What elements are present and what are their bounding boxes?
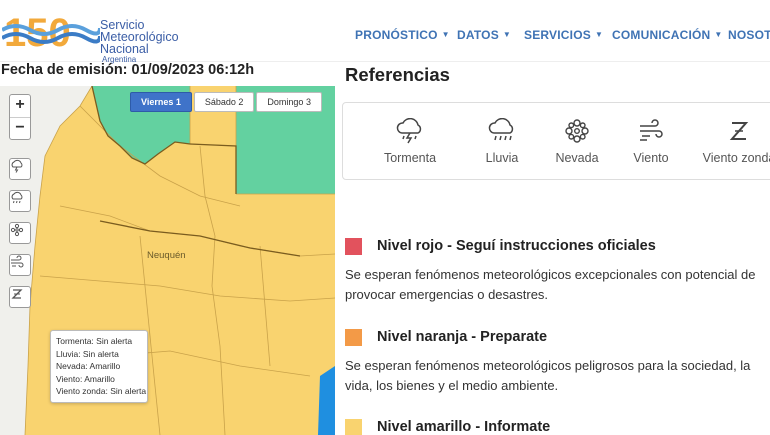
nav-datos[interactable]: DATOS ▼	[457, 28, 511, 42]
zoom-out-button[interactable]: −	[10, 117, 30, 139]
snow-icon	[565, 119, 589, 143]
logo-line: Nacional	[100, 42, 149, 56]
popup-line: Nevada: Amarillo	[56, 361, 121, 372]
zonda-icon	[11, 289, 23, 299]
popup-line: Viento: Amarillo	[56, 373, 115, 384]
city-label-neuquen: Neuquén	[147, 250, 186, 261]
day-selector: Viernes 1 Sábado 2 Domingo 3	[130, 92, 322, 112]
ref-item-viento: Viento	[623, 117, 679, 165]
ref-label: Lluvia	[485, 151, 519, 165]
nav-nosotros[interactable]: NOSOTR	[728, 28, 770, 42]
ref-label: Tormenta	[383, 151, 437, 165]
snow-icon	[10, 223, 24, 237]
storm-icon	[11, 159, 23, 173]
nivel-desc: Se esperan fenómenos meteorológicos peli…	[345, 358, 751, 393]
nav-label: DATOS	[457, 28, 499, 42]
alert-map[interactable]: + − Viernes 1 Sábado 2 Domingo 3 Neuquén…	[0, 86, 335, 435]
filter-zonda-button[interactable]	[9, 286, 31, 308]
fecha-emision: Fecha de emisión: 01/09/2023 06:12h	[1, 62, 255, 78]
chevron-down-icon: ▼	[594, 30, 604, 39]
referencias-title: Referencias	[345, 64, 450, 85]
zoom-control: + −	[9, 94, 31, 140]
nivel-color-swatch	[345, 329, 362, 346]
filter-snow-button[interactable]	[9, 222, 31, 244]
ref-label: Viento	[633, 151, 669, 165]
wind-icon	[640, 119, 663, 141]
nivel-color-swatch	[345, 238, 362, 255]
rain-icon	[11, 191, 23, 204]
nav-pronostico[interactable]: PRONÓSTICO ▼	[355, 28, 450, 42]
zoom-in-button[interactable]: +	[10, 95, 30, 117]
ref-item-tormenta: Tormenta	[381, 117, 439, 165]
main-nav: PRONÓSTICO ▼ DATOS ▼ SERVICIOS ▼ COMUNICACI…	[0, 28, 770, 44]
nivel-color-swatch	[345, 419, 362, 435]
nivel-title: Nivel rojo - Seguí instrucciones oficial…	[377, 238, 656, 254]
nav-servicios[interactable]: SERVICIOS ▼	[524, 28, 603, 42]
nav-label: PRONÓSTICO	[355, 28, 438, 42]
chevron-down-icon: ▼	[441, 30, 450, 39]
popup-line: Lluvia: Sin alerta	[56, 348, 119, 359]
chevron-down-icon: ▼	[502, 30, 512, 39]
tab-domingo[interactable]: Domingo 3	[256, 92, 322, 112]
nav-label: SERVICIOS	[524, 28, 591, 42]
popup-line: Tormenta: Sin alerta	[56, 336, 133, 346]
ref-label: Nevada	[555, 151, 599, 165]
nav-comunicacion[interactable]: COMUNICACIÓN ▼	[612, 28, 723, 42]
zonda-icon	[729, 122, 749, 140]
filter-wind-button[interactable]	[9, 254, 31, 276]
nivel-title: Nivel amarillo - Informate	[377, 419, 551, 435]
nav-label: NOSOTR	[728, 28, 770, 42]
wind-icon	[11, 255, 24, 268]
ref-item-lluvia: Lluvia	[475, 117, 529, 165]
ref-item-nevada: Nevada	[549, 117, 605, 165]
storm-icon	[396, 118, 422, 144]
site-header: 150 Servicio Meteorológico Nacional Arge…	[0, 0, 770, 64]
rain-icon	[488, 118, 514, 141]
tab-sabado[interactable]: Sábado 2	[193, 92, 255, 112]
popup-line: Viento zonda: Sin alerta	[56, 386, 147, 397]
nivel-desc: Se esperan fenómenos meteorológicos exce…	[345, 267, 756, 302]
filter-rain-button[interactable]	[9, 190, 31, 212]
chevron-down-icon: ▼	[714, 30, 723, 39]
referencias-box: Tormenta Lluvia Nevada Viento Viento zon…	[342, 102, 770, 180]
filter-storm-button[interactable]	[9, 158, 31, 180]
ref-item-viento-zonda: Viento zonda	[701, 117, 770, 165]
tab-viernes[interactable]: Viernes 1	[130, 92, 192, 112]
nav-label: COMUNICACIÓN	[612, 28, 711, 42]
nivel-title: Nivel naranja - Preparate	[377, 329, 548, 345]
ref-label: Viento zonda	[702, 151, 770, 165]
area-alert-popup: Tormenta: Sin alerta Lluvia: Sin alerta …	[50, 330, 148, 403]
